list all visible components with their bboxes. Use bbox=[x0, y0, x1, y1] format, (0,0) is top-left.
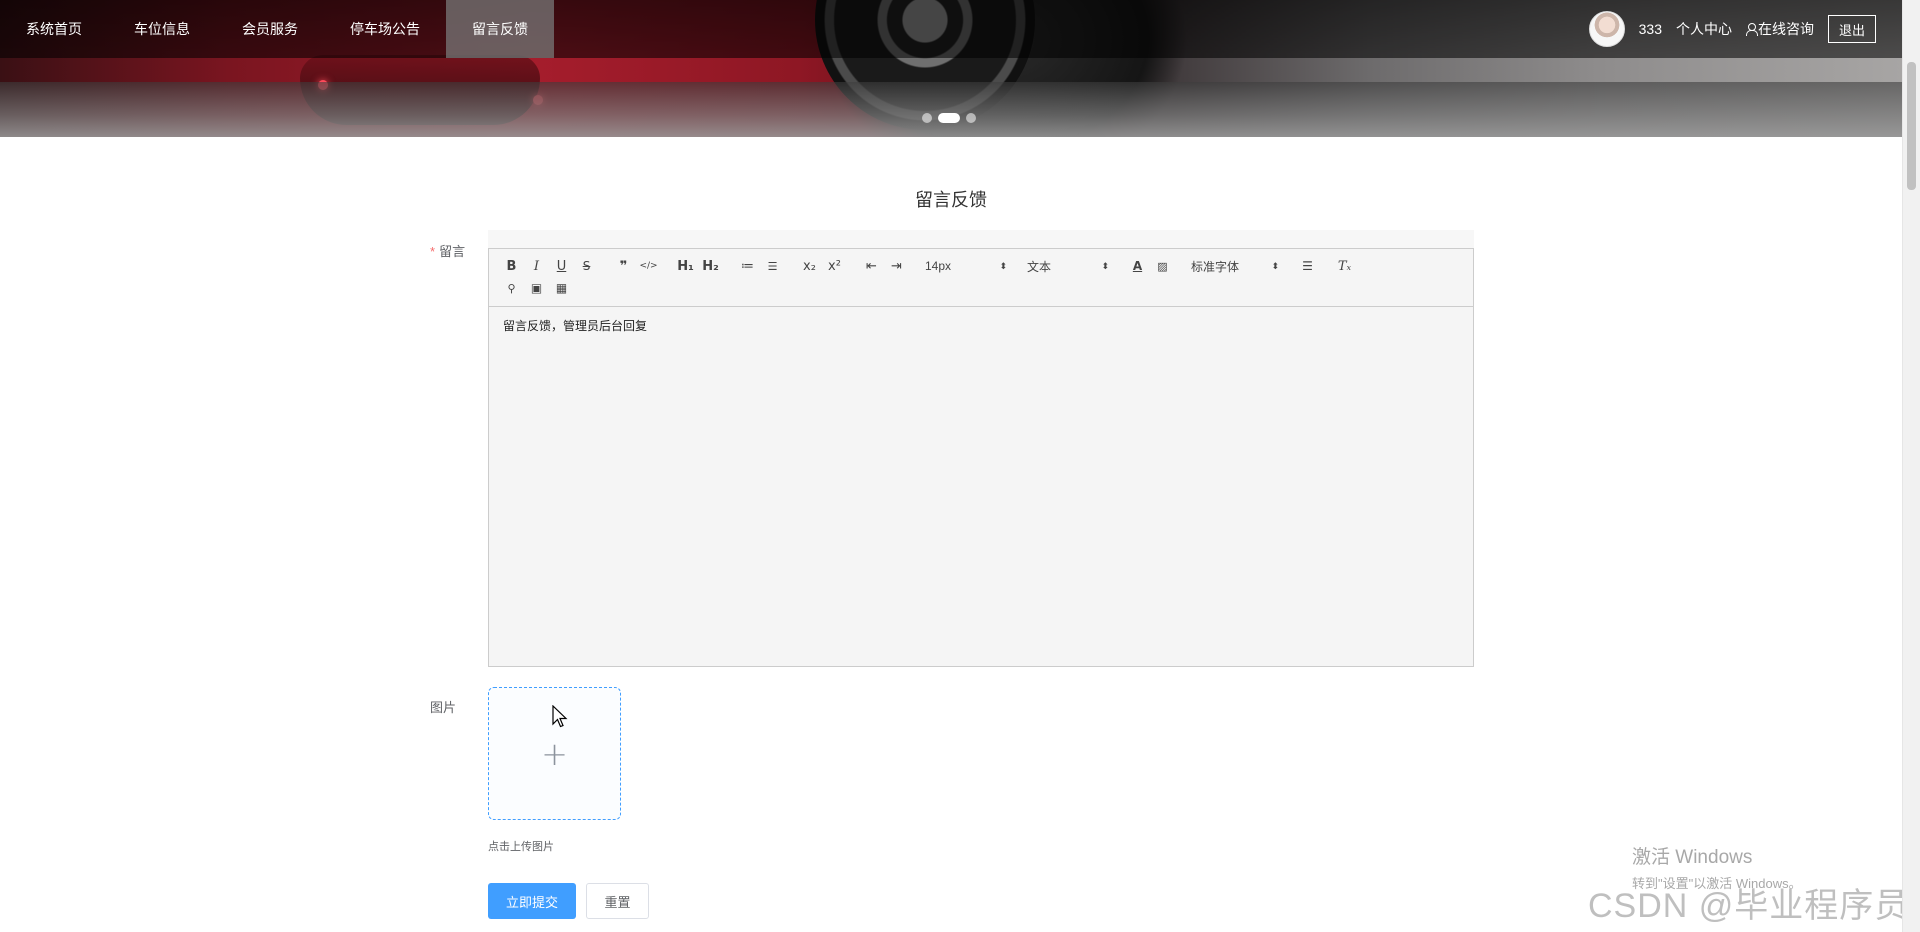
image-label: 图片 bbox=[430, 700, 457, 715]
carousel-dot-active[interactable] bbox=[938, 113, 960, 123]
select-arrow-icon: ⬍ bbox=[1271, 260, 1279, 271]
code-block-icon[interactable]: </> bbox=[636, 255, 661, 277]
nav-item-member-service[interactable]: 会员服务 bbox=[216, 0, 324, 58]
clear-format-icon[interactable]: Tₓ bbox=[1332, 255, 1357, 277]
link-icon[interactable]: ⚲ bbox=[499, 277, 524, 299]
nav-item-home[interactable]: 系统首页 bbox=[0, 0, 108, 58]
scrollbar-thumb[interactable] bbox=[1907, 62, 1916, 190]
consult-link[interactable]: 在线咨询 bbox=[1745, 19, 1814, 39]
font-family-select[interactable]: 标准字体 ⬍ bbox=[1187, 255, 1283, 277]
header-value: 文本 bbox=[1027, 259, 1052, 274]
profile-link[interactable]: 个人中心 bbox=[1676, 19, 1732, 39]
image-icon[interactable]: ▣ bbox=[524, 277, 549, 299]
header-select[interactable]: 文本 ⬍ bbox=[1023, 255, 1113, 277]
page-scrollbar[interactable] bbox=[1902, 0, 1920, 932]
required-mark: * bbox=[430, 244, 436, 259]
superscript-icon[interactable]: x² bbox=[822, 255, 847, 277]
carousel-indicators bbox=[922, 113, 976, 123]
ordered-list-icon[interactable]: ≔ bbox=[735, 255, 760, 277]
nav-user-area: 333 个人中心 在线咨询 退出 bbox=[1588, 0, 1876, 58]
font-size-select[interactable]: 14px ⬍ bbox=[921, 255, 1011, 277]
plus-icon: + bbox=[541, 734, 568, 773]
heading-2-icon[interactable]: H₂ bbox=[698, 255, 723, 277]
nav-item-feedback[interactable]: 留言反馈 bbox=[446, 0, 554, 58]
rich-text-editor: B I U S ❞ </> H₁ H₂ ≔ ☰ x₂ x² ⇤ ⇥ 14px ⬍ bbox=[488, 248, 1474, 667]
upload-tip: 点击上传图片 bbox=[488, 841, 554, 853]
username: 333 bbox=[1638, 21, 1662, 37]
align-left-icon[interactable]: ☰ bbox=[1295, 255, 1320, 277]
carousel-dot[interactable] bbox=[922, 113, 932, 123]
video-icon[interactable]: ▦ bbox=[549, 277, 574, 299]
indent-icon[interactable]: ⇥ bbox=[884, 255, 909, 277]
bold-icon[interactable]: B bbox=[499, 255, 524, 277]
outdent-icon[interactable]: ⇤ bbox=[859, 255, 884, 277]
strikethrough-icon[interactable]: S bbox=[574, 255, 599, 277]
logout-button[interactable]: 退出 bbox=[1827, 15, 1876, 43]
windows-activation-title: 激活 Windows bbox=[1632, 847, 1753, 868]
blockquote-icon[interactable]: ❞ bbox=[611, 255, 636, 277]
consult-label: 在线咨询 bbox=[1757, 21, 1814, 37]
italic-icon[interactable]: I bbox=[524, 255, 549, 277]
heading-1-icon[interactable]: H₁ bbox=[673, 255, 698, 277]
font-size-value: 14px bbox=[925, 259, 952, 273]
editor-top-strip bbox=[488, 230, 1474, 248]
avatar[interactable] bbox=[1588, 11, 1625, 47]
select-arrow-icon: ⬍ bbox=[1101, 260, 1109, 271]
underline-icon[interactable]: U bbox=[549, 255, 574, 277]
editor-toolbar: B I U S ❞ </> H₁ H₂ ≔ ☰ x₂ x² ⇤ ⇥ 14px ⬍ bbox=[489, 249, 1473, 307]
reset-button[interactable]: 重置 bbox=[586, 883, 649, 919]
user-icon bbox=[1745, 23, 1758, 36]
message-label: * 留言 bbox=[430, 241, 465, 260]
subscript-icon[interactable]: x₂ bbox=[797, 255, 822, 277]
message-label-text: 留言 bbox=[439, 244, 466, 259]
background-color-icon[interactable]: ▨ bbox=[1150, 255, 1175, 277]
banner-road bbox=[0, 82, 1902, 137]
editor-content[interactable]: 留言反馈，管理员后台回复 bbox=[489, 307, 1473, 344]
nav-item-notice[interactable]: 停车场公告 bbox=[324, 0, 446, 58]
submit-button[interactable]: 立即提交 bbox=[488, 883, 576, 919]
top-nav: 系统首页 车位信息 会员服务 停车场公告 留言反馈 333 个人中心 在线咨询 … bbox=[0, 0, 1902, 58]
csdn-watermark: CSDN @毕业程序员 bbox=[1588, 887, 1910, 925]
carousel-dot[interactable] bbox=[966, 113, 976, 123]
mouse-cursor-icon bbox=[552, 705, 568, 728]
page-title: 留言反馈 bbox=[915, 190, 987, 210]
bullet-list-icon[interactable]: ☰ bbox=[760, 255, 785, 277]
select-arrow-icon: ⬍ bbox=[999, 260, 1007, 271]
text-color-icon[interactable]: A bbox=[1125, 255, 1150, 277]
nav-item-parking-info[interactable]: 车位信息 bbox=[108, 0, 216, 58]
font-family-value: 标准字体 bbox=[1191, 259, 1240, 274]
